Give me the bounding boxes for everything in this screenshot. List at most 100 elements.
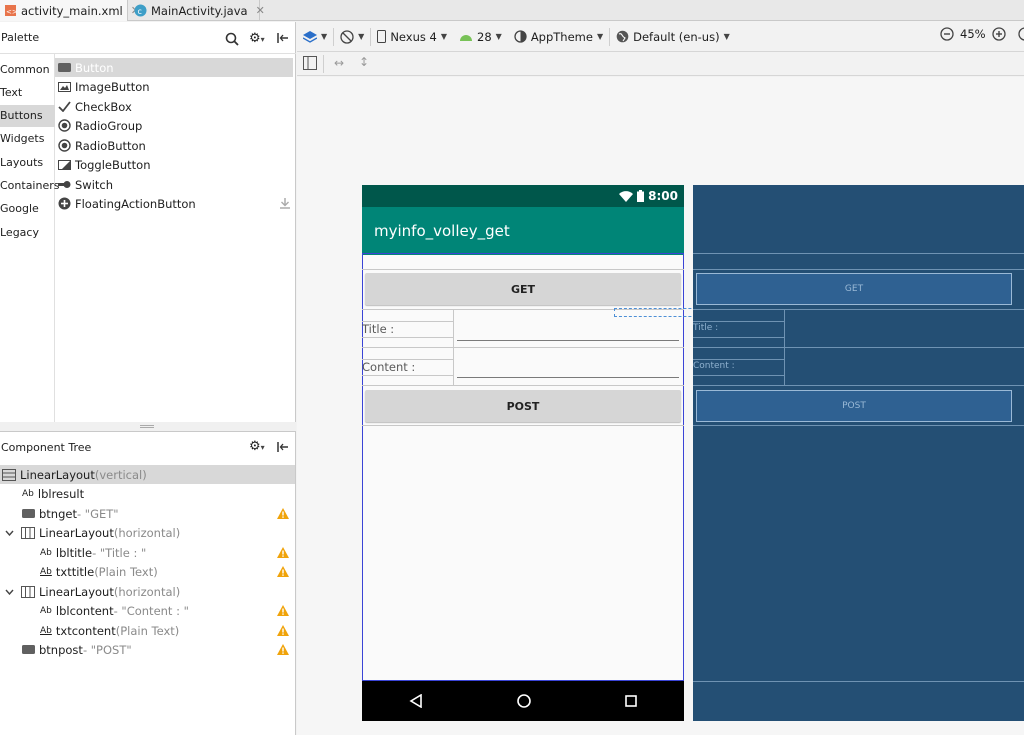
back-icon[interactable] [409,694,423,708]
tree-item-btnpost[interactable]: btnpost - "POST" [22,640,295,659]
tree-item-lblresult[interactable]: Ab lblresult [22,484,84,503]
orientation-button[interactable]: ▼ [334,26,370,48]
category-google[interactable]: Google [0,198,55,220]
blueprint-preview[interactable]: GET Title : Content : POST [693,185,1024,721]
palette-item-label: RadioGroup [75,118,143,133]
warning-icon[interactable] [277,625,289,636]
tree-item-name: btnget [39,506,77,521]
warning-icon[interactable] [277,508,289,519]
blueprint-title-label: Title : [693,323,719,333]
title-row-label-cell: Title : [362,309,454,347]
palette-title: Palette [1,31,40,44]
editor-tab-bar: <> activity_main.xml ✕ c MainActivity.ja… [0,0,1024,21]
tree-item-hint: (vertical) [94,467,147,482]
recents-icon[interactable] [625,695,637,707]
locale-selector[interactable]: Default (en-us) ▼ [610,26,736,48]
blueprint-get-button[interactable]: GET [696,273,1012,305]
panel-splitter[interactable] [0,422,296,431]
palette-item-label: ImageButton [75,79,150,94]
warning-icon[interactable] [277,644,289,655]
hide-panel-icon[interactable] [276,31,290,45]
category-text[interactable]: Text [0,82,55,104]
palette-item-button[interactable]: Button [55,58,293,77]
device-preview[interactable]: 8:00 myinfo_volley_get GET Title : Conte… [362,185,736,721]
palette-item-togglebutton[interactable]: ToggleButton [58,155,296,174]
secondary-toolbar: ↔ ↕ [297,52,1024,76]
tree-item-name: lblresult [37,486,85,501]
tree-item-lblcontent[interactable]: Ab lblcontent - "Content : " [40,601,295,620]
blueprint-divider [693,375,785,376]
tree-item-txtcontent[interactable]: Ab txtcontent (Plain Text) [40,621,295,640]
button-icon [22,645,35,654]
palette-item-radiobutton[interactable]: RadioButton [58,136,296,155]
chevron-down-icon: ▼ [440,32,448,41]
palette-item-radiogroup[interactable]: RadioGroup [58,116,296,135]
zoom-fit-icon[interactable] [1017,27,1024,41]
gear-icon[interactable]: ⚙▾ [249,439,265,454]
zoom-out-icon[interactable] [940,27,954,41]
chevron-down-icon: ▼ [495,32,502,41]
blueprint-post-button[interactable]: POST [696,390,1012,422]
svg-text:c: c [138,7,142,16]
tree-item-linearlayout-horizontal[interactable]: LinearLayout (horizontal) [5,582,180,601]
warning-icon[interactable] [277,547,289,558]
api-level-selector[interactable]: 28 ▼ [453,26,508,48]
category-buttons[interactable]: Buttons [0,105,55,127]
tree-item-name: LinearLayout [20,467,95,482]
tab-mainactivity-java[interactable]: c MainActivity.java ✕ [130,0,265,21]
search-icon[interactable] [225,32,239,46]
chevron-down-icon[interactable] [5,589,14,595]
home-icon[interactable] [517,694,531,708]
palette-item-switch[interactable]: Switch [58,175,296,194]
horizontal-resize-icon[interactable]: ↔ [334,56,344,70]
chevron-down-icon[interactable] [5,530,14,536]
tab-label: MainActivity.java [151,3,248,18]
palette-item-floatingactionbutton[interactable]: FloatingActionButton [58,194,296,213]
palette-categories: Common Text Buttons Widgets Layouts Cont… [0,54,60,422]
gear-icon[interactable]: ⚙▾ [249,31,265,46]
view-options-icon[interactable] [303,56,317,70]
edittext-icon: Ab [40,566,52,577]
tree-item-linearlayout-horizontal[interactable]: LinearLayout (horizontal) [5,523,180,542]
title-input[interactable] [457,340,679,341]
palette-item-label: Switch [75,177,114,192]
device-label: Nexus 4 [390,29,437,44]
wifi-icon [619,190,634,202]
category-legacy[interactable]: Legacy [0,222,55,244]
theme-selector[interactable]: AppTheme ▼ [508,26,609,48]
tree-item-hint: (Plain Text) [94,564,158,579]
java-class-icon: c [134,4,147,17]
vertical-resize-icon[interactable]: ↕ [359,55,369,69]
tree-item-lbltitle[interactable]: Ab lbltitle - "Title : " [40,543,295,562]
design-surface-button[interactable]: ▼ [297,26,333,48]
content-input[interactable] [457,377,679,378]
device-selector[interactable]: Nexus 4 ▼ [371,26,453,48]
palette-item-imagebutton[interactable]: ImageButton [58,77,296,96]
tree-item-name: lbltitle [55,545,93,560]
tree-item-btnget[interactable]: btnget - "GET" [22,504,295,523]
design-toolbar: ▼ ▼ Nexus 4 ▼ 28 ▼ AppTheme ▼ Default (e… [297,22,1024,52]
textview-icon: Ab [22,488,34,499]
category-layouts[interactable]: Layouts [0,152,55,174]
palette-item-checkbox[interactable]: CheckBox [58,97,296,116]
hide-panel-icon[interactable] [276,440,290,454]
close-tab-icon[interactable]: ✕ [256,4,265,17]
chevron-down-icon: ▼ [723,32,730,41]
zoom-in-icon[interactable] [991,27,1006,41]
warning-icon[interactable] [277,605,289,616]
tree-item-txttitle[interactable]: Ab txttitle (Plain Text) [40,562,295,581]
blueprint-divider [693,359,785,360]
download-icon[interactable] [280,198,290,209]
tree-item-linearlayout-vertical[interactable]: LinearLayout (vertical) [0,465,295,484]
get-button[interactable]: GET [365,273,681,305]
post-button[interactable]: POST [365,390,681,422]
chevron-down-icon: ▼ [596,32,604,41]
tab-activity-main-xml[interactable]: <> activity_main.xml ✕ [0,0,140,21]
category-widgets[interactable]: Widgets [0,128,55,150]
textview-icon: Ab [40,547,52,558]
palette-item-label: RadioButton [75,138,146,153]
category-common[interactable]: Common [0,59,55,81]
category-containers[interactable]: Containers [0,175,60,197]
warning-icon[interactable] [277,566,289,577]
battery-icon [637,190,645,202]
